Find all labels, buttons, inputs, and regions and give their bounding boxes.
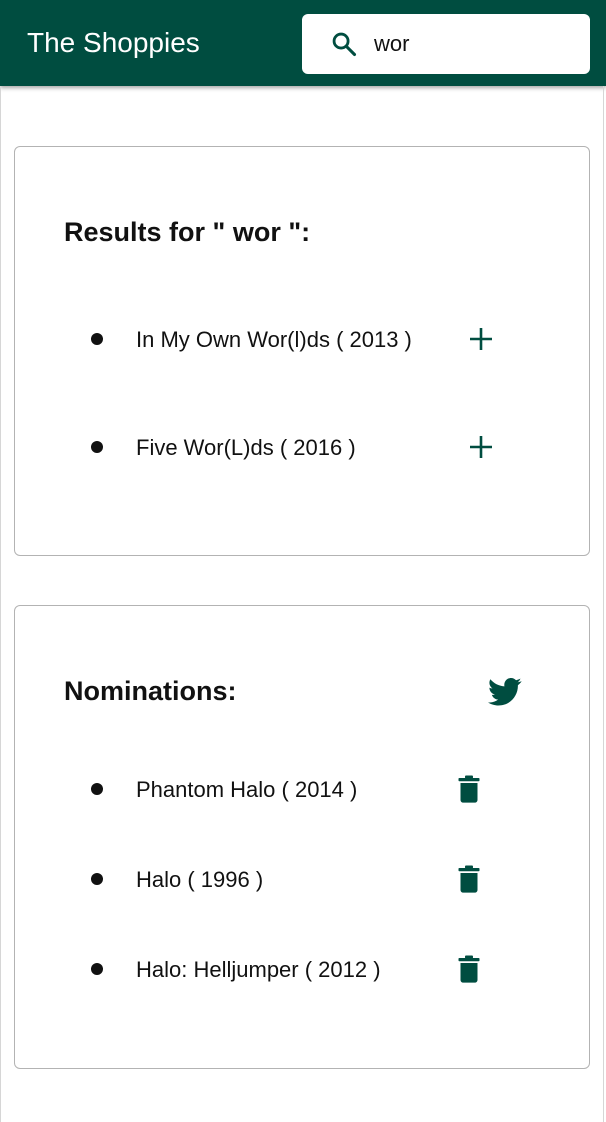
nomination-title: Halo ( 1996 ) bbox=[136, 867, 264, 892]
twitter-icon bbox=[488, 677, 522, 706]
result-title: Five Wor(L)ds ( 2016 ) bbox=[136, 435, 356, 460]
bullet bbox=[91, 783, 103, 795]
nomination-item: Phantom Halo ( 2014 ) bbox=[15, 770, 591, 810]
trash-icon bbox=[458, 775, 480, 803]
plus-icon bbox=[470, 328, 492, 350]
page-border-right bbox=[603, 86, 604, 1122]
search-input[interactable] bbox=[374, 26, 574, 62]
result-item: Five Wor(L)ds ( 2016 ) bbox=[15, 428, 591, 468]
nominations-heading: Nominations: bbox=[64, 676, 237, 706]
page-border-left bbox=[0, 86, 1, 1122]
remove-nomination-button[interactable] bbox=[452, 772, 486, 806]
nominations-card: Nominations: Phantom Halo ( 2014 ) Halo … bbox=[14, 605, 590, 1069]
search-box[interactable] bbox=[302, 14, 590, 74]
bullet bbox=[91, 873, 103, 885]
bullet bbox=[91, 963, 103, 975]
nomination-item: Halo: Helljumper ( 2012 ) bbox=[15, 950, 591, 990]
results-card: Results for " wor ": In My Own Wor(l)ds … bbox=[14, 146, 590, 556]
app-bar: The Shoppies bbox=[0, 0, 606, 86]
result-item: In My Own Wor(l)ds ( 2013 ) bbox=[15, 320, 591, 360]
nominate-button[interactable] bbox=[464, 322, 498, 356]
remove-nomination-button[interactable] bbox=[452, 862, 486, 896]
trash-icon bbox=[458, 865, 480, 893]
search-icon bbox=[332, 32, 357, 57]
results-heading: Results for " wor ": bbox=[64, 217, 311, 247]
bullet bbox=[91, 441, 103, 453]
nomination-title: Halo: Helljumper ( 2012 ) bbox=[136, 957, 381, 982]
result-title: In My Own Wor(l)ds ( 2013 ) bbox=[136, 327, 412, 352]
trash-icon bbox=[458, 955, 480, 983]
plus-icon bbox=[470, 436, 492, 458]
app-title: The Shoppies bbox=[27, 27, 200, 58]
share-twitter-button[interactable] bbox=[485, 674, 525, 710]
nomination-title: Phantom Halo ( 2014 ) bbox=[136, 777, 358, 802]
nomination-item: Halo ( 1996 ) bbox=[15, 860, 591, 900]
remove-nomination-button[interactable] bbox=[452, 952, 486, 986]
bullet bbox=[91, 333, 103, 345]
nominate-button[interactable] bbox=[464, 430, 498, 464]
